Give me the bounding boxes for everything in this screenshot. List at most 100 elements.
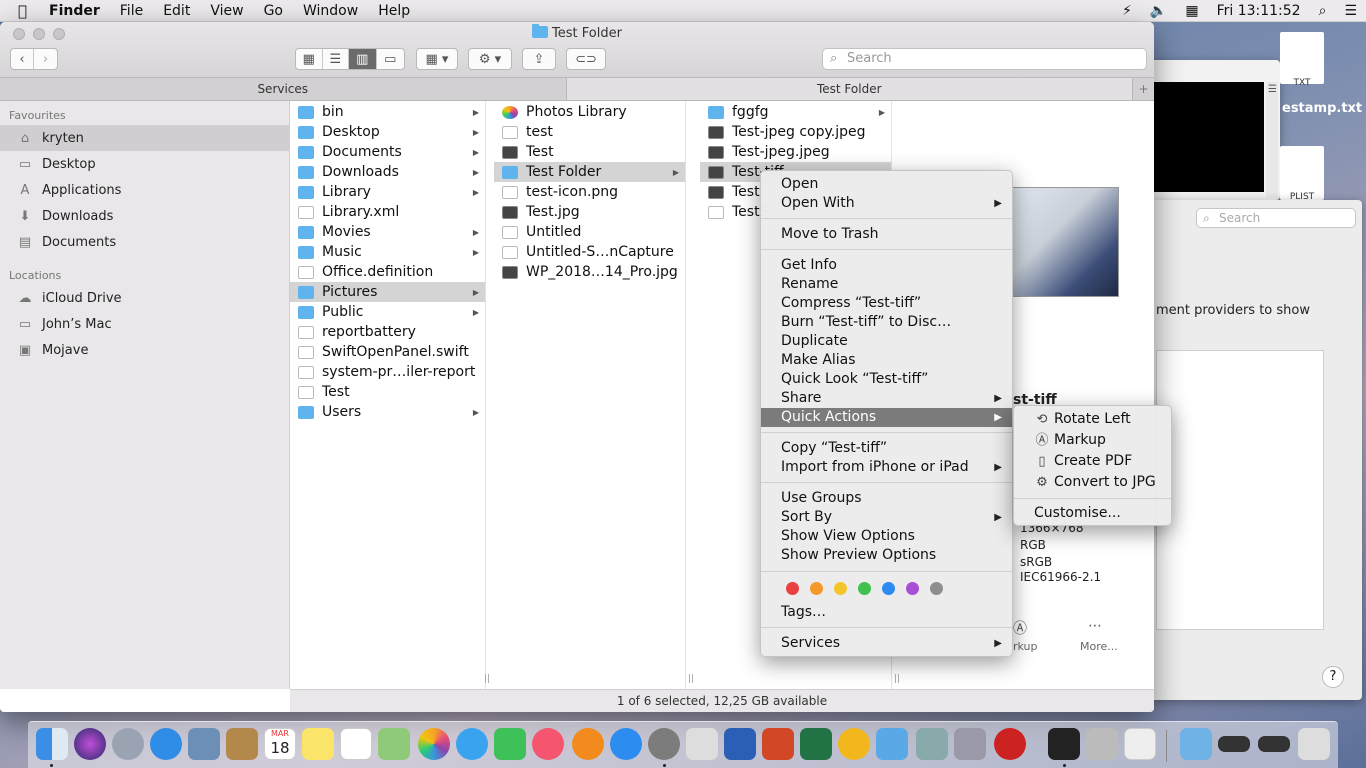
dock-outlook-icon[interactable] (838, 728, 870, 760)
sidebar-item-downloads[interactable]: ⬇ Downloads (0, 203, 289, 229)
menu-edit[interactable]: Edit (153, 3, 200, 19)
sidebar-item-documents[interactable]: ▤ Documents (0, 229, 289, 255)
calendar-icon[interactable]: ▦ (1176, 3, 1207, 19)
menu-copy[interactable]: Copy “Test-tiff” (761, 439, 1012, 458)
file-row[interactable]: Test (494, 142, 685, 162)
menu-convert-to-jpg[interactable]: ⚙ Convert to JPG (1014, 472, 1171, 493)
group-button[interactable]: ▦ ▾ (416, 48, 458, 70)
dock-excel-icon[interactable] (800, 728, 832, 760)
file-row[interactable]: SwiftOpenPanel.swift (290, 342, 485, 362)
gallery-view-button[interactable]: ▭ (377, 49, 404, 69)
menu-rotate-left[interactable]: ⟲ Rotate Left (1014, 409, 1171, 430)
menu-open[interactable]: Open (761, 175, 1012, 194)
menu-markup[interactable]: Ⓐ Markup (1014, 430, 1171, 451)
forward-button[interactable]: › (34, 49, 57, 69)
tag-color-dot[interactable] (882, 582, 895, 595)
tag-color-dot[interactable] (906, 582, 919, 595)
sidebar-item-desktop[interactable]: ▭ Desktop (0, 151, 289, 177)
file-row[interactable]: Library ▶ (290, 182, 485, 202)
menu-show-preview-options[interactable]: Show Preview Options (761, 546, 1012, 565)
dock-word-icon[interactable] (724, 728, 756, 760)
file-row[interactable]: Pictures ▶ (290, 282, 485, 302)
back-button[interactable]: ‹ (11, 49, 35, 69)
menu-app-finder[interactable]: Finder (39, 3, 110, 19)
menu-compress[interactable]: Compress “Test-tiff” (761, 294, 1012, 313)
dock-downloads-folder-icon[interactable] (1180, 728, 1212, 760)
file-row[interactable]: Users ▶ (290, 402, 485, 422)
menubar-clock[interactable]: Fri 13:11:52 (1208, 3, 1310, 19)
dock-mail-icon[interactable] (188, 728, 220, 760)
txt-file-icon[interactable]: TXT (1280, 32, 1324, 88)
icon-view-button[interactable]: ▦ (296, 49, 323, 69)
sidebar-item-applications[interactable]: A Applications (0, 177, 289, 203)
file-row[interactable]: fggfg ▶ (700, 102, 891, 122)
dock-maps-icon[interactable] (378, 728, 410, 760)
tab-test-folder[interactable]: Test Folder (565, 78, 1132, 100)
dock-safari-icon[interactable] (150, 728, 182, 760)
menu-import-iphone[interactable]: Import from iPhone or iPad ▶ (761, 458, 1012, 477)
file-row[interactable]: test (494, 122, 685, 142)
file-row[interactable]: bin ▶ (290, 102, 485, 122)
menu-file[interactable]: File (110, 3, 153, 19)
markup-icon[interactable]: Ⓐ (1013, 618, 1027, 638)
menu-duplicate[interactable]: Duplicate (761, 332, 1012, 351)
menu-quick-look[interactable]: Quick Look “Test-tiff” (761, 370, 1012, 389)
tab-services[interactable]: Services (0, 78, 566, 100)
menu-go[interactable]: Go (254, 3, 293, 19)
dock-photos-icon[interactable] (418, 728, 450, 760)
sidebar-item-kryten[interactable]: ⌂ kryten (0, 125, 289, 151)
menu-rename[interactable]: Rename (761, 275, 1012, 294)
dock-siri-icon[interactable] (74, 728, 106, 760)
menu-window[interactable]: Window (293, 3, 368, 19)
more-icon[interactable]: ⋯ (1088, 618, 1102, 634)
menu-share[interactable]: Share ▶ (761, 389, 1012, 408)
file-row[interactable]: Test-jpeg.jpeg (700, 142, 891, 162)
help-button[interactable]: ? (1322, 666, 1344, 688)
menu-help[interactable]: Help (368, 3, 420, 19)
dock-utility-icon[interactable] (916, 728, 948, 760)
dock-facetime-icon[interactable] (494, 728, 526, 760)
more-button[interactable]: More... (1080, 640, 1118, 653)
notification-center-icon[interactable]: ☰ (1335, 3, 1366, 19)
dock-launchpad-icon[interactable] (112, 728, 144, 760)
dock-app-store-icon[interactable] (610, 728, 642, 760)
menu-make-alias[interactable]: Make Alias (761, 351, 1012, 370)
file-row[interactable]: Music ▶ (290, 242, 485, 262)
menu-services[interactable]: Services ▶ (761, 634, 1012, 653)
file-row[interactable]: Documents ▶ (290, 142, 485, 162)
list-view-button[interactable]: ☰ (323, 49, 350, 69)
column-view-button[interactable]: ▥ (349, 49, 377, 69)
tag-color-dot[interactable] (786, 582, 799, 595)
file-row[interactable]: Untitled (494, 222, 685, 242)
file-row[interactable]: system-pr…iler-report (290, 362, 485, 382)
spotlight-icon[interactable]: ⌕ (1310, 3, 1336, 19)
file-row[interactable]: Library.xml (290, 202, 485, 222)
plist-file-icon[interactable]: PLIST (1280, 146, 1324, 202)
trash-icon[interactable] (1298, 728, 1330, 760)
power-icon[interactable]: ⚡ (1113, 3, 1141, 19)
file-row[interactable]: reportbattery (290, 322, 485, 342)
dock-minimized-window[interactable] (1218, 736, 1250, 752)
sidebar-item-johns-mac[interactable]: ▭ John’s Mac (0, 311, 289, 337)
file-row[interactable]: Test-jpeg copy.jpeg (700, 122, 891, 142)
dock-powerpoint-icon[interactable] (762, 728, 794, 760)
dock-script-editor-icon[interactable] (686, 728, 718, 760)
file-row[interactable]: Untitled-S…nCapture (494, 242, 685, 262)
tag-color-dot[interactable] (858, 582, 871, 595)
dock-tool-icon[interactable] (954, 728, 986, 760)
desktop-file-label[interactable]: estamp.txt (1282, 101, 1362, 116)
new-tab-button[interactable]: + (1132, 78, 1154, 100)
menu-customise[interactable]: Customise... (1014, 503, 1171, 524)
file-row[interactable]: Test Folder ▶ (494, 162, 685, 182)
dock-reminders-icon[interactable] (340, 728, 372, 760)
menu-move-to-trash[interactable]: Move to Trash (761, 225, 1012, 244)
file-row[interactable]: Photos Library (494, 102, 685, 122)
file-row[interactable]: Downloads ▶ (290, 162, 485, 182)
sidebar-item-mojave[interactable]: ▣ Mojave (0, 337, 289, 363)
file-row[interactable]: Public ▶ (290, 302, 485, 322)
dock-system-preferences-icon[interactable] (648, 728, 680, 760)
dock-music-icon[interactable] (532, 728, 564, 760)
menu-use-groups[interactable]: Use Groups (761, 489, 1012, 508)
file-row[interactable]: Movies ▶ (290, 222, 485, 242)
volume-icon[interactable]: 🔈 (1141, 3, 1176, 19)
